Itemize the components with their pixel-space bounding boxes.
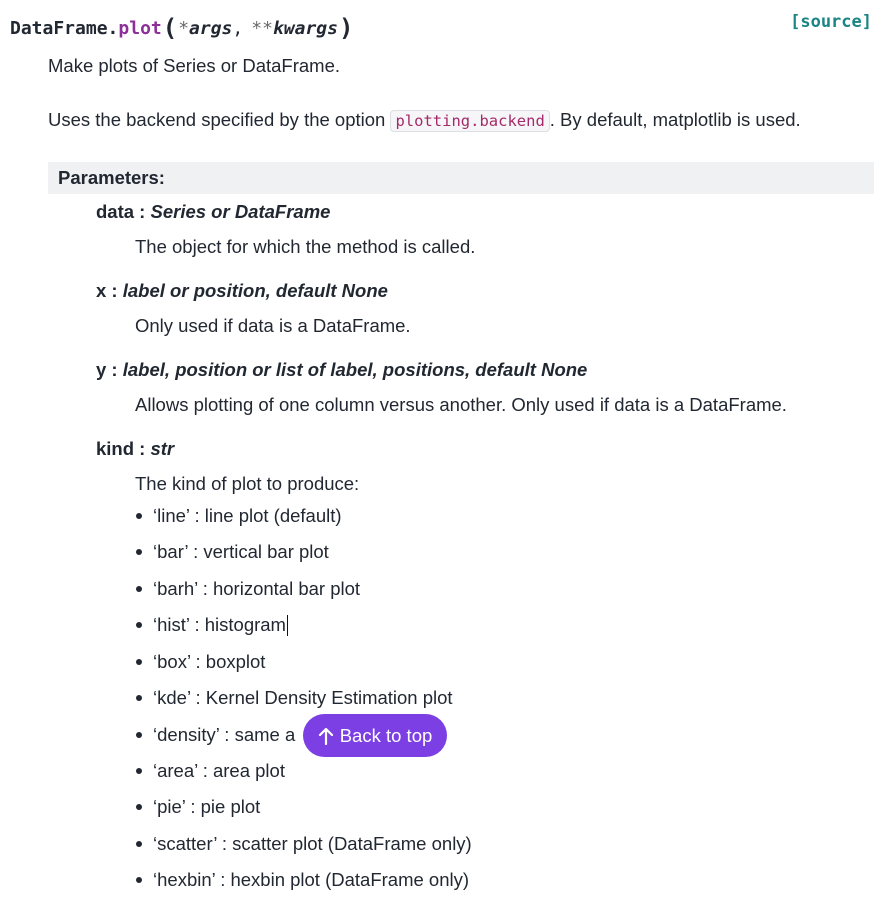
back-to-top-button[interactable]: Back to top xyxy=(303,714,447,757)
bullet-icon xyxy=(136,586,142,592)
bullet-icon xyxy=(136,877,142,883)
args-star: * xyxy=(178,17,190,39)
backend-text-before: Uses the backend specified by the option xyxy=(48,109,391,130)
list-item: ‘box’ : boxplot xyxy=(136,651,265,673)
bullet-icon xyxy=(136,513,142,519)
param-name: x xyxy=(96,280,107,301)
list-item: ‘line’ : line plot (default) xyxy=(136,505,342,527)
list-item-text: ‘kde’ : Kernel Density Estimation plot xyxy=(153,687,453,708)
bullet-icon xyxy=(136,768,142,774)
bullet-icon xyxy=(136,804,142,810)
bullet-icon xyxy=(136,659,142,665)
list-item-text: ‘hist’ : histogram xyxy=(153,614,286,635)
param-data-desc: The object for which the method is calle… xyxy=(135,236,476,257)
list-item-text: ‘barh’ : horizontal bar plot xyxy=(153,578,361,599)
back-to-top-label: Back to top xyxy=(339,724,433,746)
param-sep: : xyxy=(134,438,151,459)
list-item-text: ‘density’ : same a xyxy=(153,724,296,745)
signature-comma: , xyxy=(232,17,244,39)
list-item-text: ‘line’ : line plot (default) xyxy=(153,505,342,526)
method-signature: DataFrame. plot(* args, ** kwargs) xyxy=(10,12,874,44)
param-data-name: data : Series or DataFrame xyxy=(96,201,330,223)
arrow-up-icon xyxy=(318,727,334,745)
list-item: ‘hist’ : histogram xyxy=(136,614,289,636)
bullet-icon xyxy=(136,841,142,847)
backend-text-after: . By default, matplotlib is used. xyxy=(549,109,801,130)
list-item: ‘bar’ : vertical bar plot xyxy=(136,541,329,563)
param-sep: : xyxy=(106,280,123,301)
backend-paragraph: Uses the backend specified by the option… xyxy=(48,109,801,132)
param-y-name: y : label, position or list of label, po… xyxy=(96,359,587,381)
param-type: str xyxy=(150,438,175,459)
param-name: kind xyxy=(96,438,135,459)
args-param: args xyxy=(189,17,233,39)
list-item: ‘area’ : area plot xyxy=(136,760,285,782)
text-cursor xyxy=(286,614,289,636)
param-name: data xyxy=(96,201,135,222)
signature-dot: . xyxy=(107,17,119,39)
bullet-icon xyxy=(136,732,142,738)
bullet-icon xyxy=(136,622,142,628)
list-item-text: ‘pie’ : pie plot xyxy=(153,796,261,817)
close-paren: ) xyxy=(338,14,354,42)
list-item: ‘density’ : same a xyxy=(136,724,295,746)
list-item-text: ‘scatter’ : scatter plot (DataFrame only… xyxy=(153,833,472,854)
param-name: y xyxy=(96,359,107,380)
param-kind-desc: The kind of plot to produce: xyxy=(135,473,360,494)
list-item-text: ‘box’ : boxplot xyxy=(153,651,266,672)
list-item-text: ‘hexbin’ : hexbin plot (DataFrame only) xyxy=(153,869,470,890)
param-sep: : xyxy=(134,201,151,222)
bullet-icon xyxy=(136,549,142,555)
list-item: ‘scatter’ : scatter plot (DataFrame only… xyxy=(136,833,472,855)
list-item: ‘pie’ : pie plot xyxy=(136,796,260,818)
list-item-text: ‘bar’ : vertical bar plot xyxy=(153,541,329,562)
bullet-icon xyxy=(136,695,142,701)
param-sep: : xyxy=(106,359,123,380)
param-kind-name: kind : str xyxy=(96,438,174,460)
list-item: ‘kde’ : Kernel Density Estimation plot xyxy=(136,687,453,709)
param-type: label or position, default None xyxy=(122,280,388,301)
list-item: ‘hexbin’ : hexbin plot (DataFrame only) xyxy=(136,869,469,891)
param-type: label, position or list of label, positi… xyxy=(122,359,588,380)
kwargs-star: ** xyxy=(251,17,273,39)
param-x-desc: Only used if data is a DataFrame. xyxy=(135,315,411,336)
list-item: ‘barh’ : horizontal bar plot xyxy=(136,578,360,600)
backend-code: plotting.backend xyxy=(390,110,550,132)
parameters-heading: Parameters: xyxy=(48,162,874,194)
kwargs-param: kwargs xyxy=(272,17,338,39)
class-name: DataFrame xyxy=(10,17,108,39)
summary-text: Make plots of Series or DataFrame. xyxy=(48,55,340,76)
list-item-text: ‘area’ : area plot xyxy=(153,760,285,781)
param-type: Series or DataFrame xyxy=(150,201,331,222)
param-y-desc: Allows plotting of one column versus ano… xyxy=(135,394,787,415)
open-paren: ( xyxy=(162,14,178,42)
method-name: plot xyxy=(118,17,162,39)
param-x-name: x : label or position, default None xyxy=(96,280,388,302)
source-link[interactable]: [source] xyxy=(790,12,872,32)
